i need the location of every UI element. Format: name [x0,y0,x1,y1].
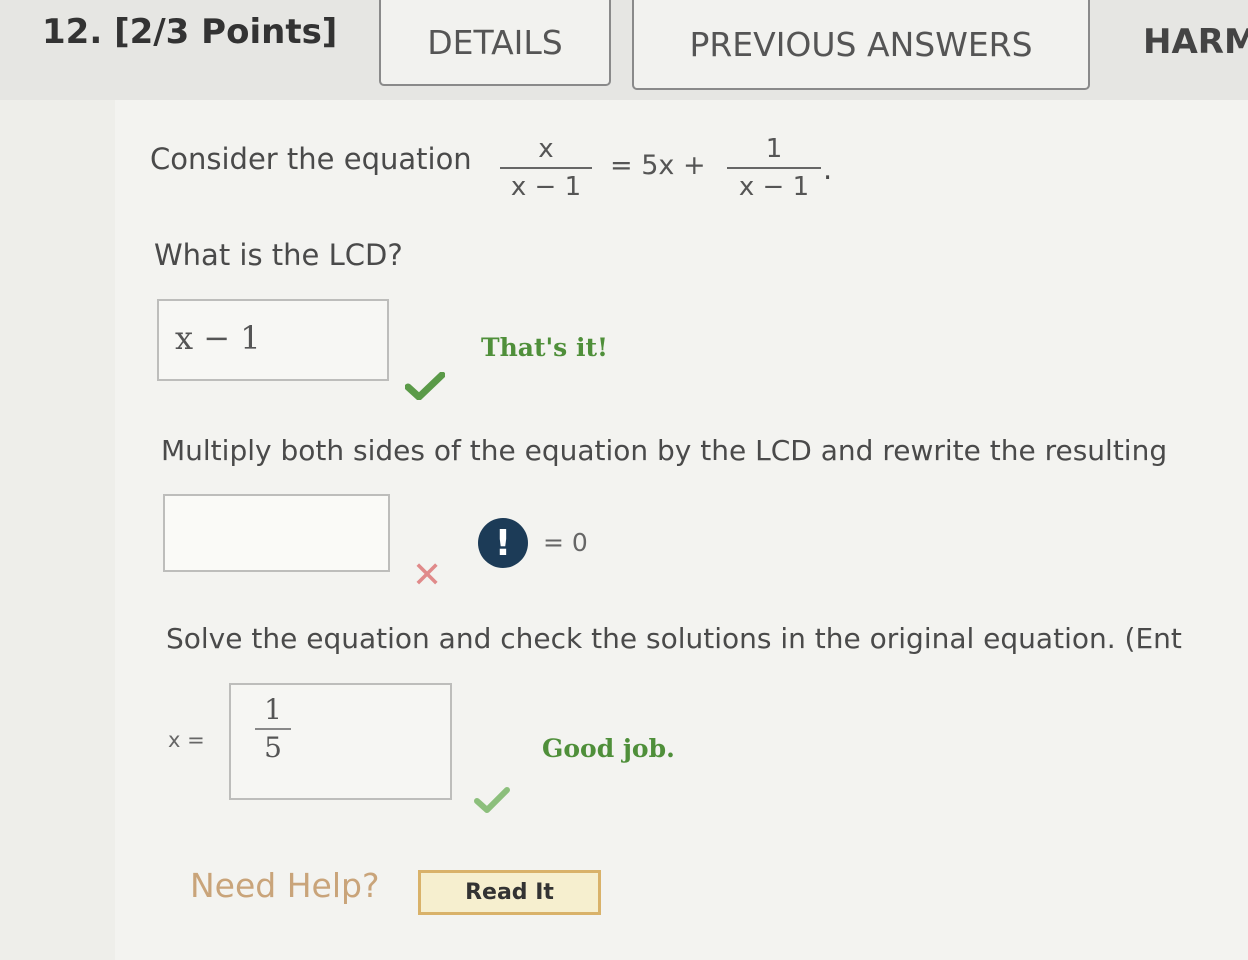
rhs-denominator: x − 1 [738,172,810,202]
lhs-numerator: x [538,134,554,164]
details-button[interactable]: DETAILS [379,0,611,86]
solve-prompt: Solve the equation and check the solutio… [166,622,1182,655]
rhs-fraction: 1 x − 1 [727,134,821,202]
solution-answer-field[interactable]: 1 5 [229,683,452,800]
incorrect-x-icon: ✕ [412,555,443,596]
multiplied-equation-field[interactable] [163,494,390,572]
lcd-feedback: That's it! [481,333,608,362]
lcd-answer-field[interactable]: x − 1 [157,299,389,381]
multiply-prompt: Multiply both sides of the equation by t… [161,434,1168,467]
solution-feedback: Good job. [542,734,675,763]
equals-zero-label: = 0 [543,528,588,557]
x-equals-label: x = [168,728,205,752]
solution-denominator: 5 [264,731,282,764]
rhs-numerator: 1 [765,134,783,164]
problem-intro: Consider the equation [150,142,472,176]
fraction-bar [500,167,592,169]
read-it-button[interactable]: Read It [418,870,601,915]
solution-fraction: 1 5 [255,695,291,763]
equation-middle: = 5x + [610,150,706,181]
correct-check-icon [474,787,510,813]
alert-symbol: ! [494,522,512,564]
alert-icon[interactable]: ! [478,518,528,568]
lcd-prompt: What is the LCD? [154,238,403,272]
lcd-answer-value: x − 1 [175,319,261,357]
equation-period: . [823,152,833,186]
question-header: 12. [2/3 Points] DETAILS PREVIOUS ANSWER… [0,0,1248,100]
need-help-label: Need Help? [190,866,380,905]
previous-answers-button[interactable]: PREVIOUS ANSWERS [632,0,1090,90]
next-tab-button[interactable]: HARM [1143,22,1248,62]
correct-check-icon [405,372,445,400]
fraction-bar [255,728,291,730]
fraction-bar [727,167,821,169]
lhs-fraction: x x − 1 [500,134,592,202]
solution-numerator: 1 [264,693,282,726]
lhs-denominator: x − 1 [510,172,582,202]
question-points-label: 12. [2/3 Points] [42,12,338,52]
